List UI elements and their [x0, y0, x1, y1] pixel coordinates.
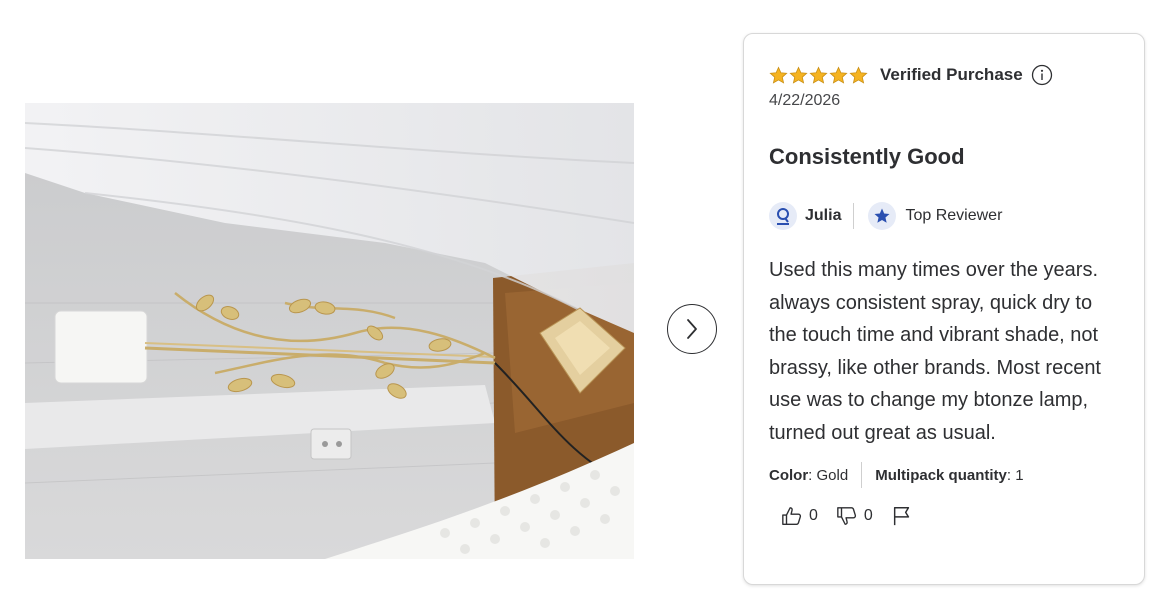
review-actions: 0 0 [781, 505, 1120, 527]
divider [861, 462, 863, 488]
next-image-button[interactable] [667, 304, 717, 354]
star-icon [849, 65, 868, 84]
review-card: Verified Purchase 4/22/2026 Consistently… [743, 33, 1145, 585]
chevron-right-icon [687, 319, 697, 339]
divider [853, 203, 855, 229]
attribute-color: Color: Gold [769, 466, 849, 484]
person-icon [769, 202, 797, 230]
star-icon [829, 65, 848, 84]
reviewer-name: Julia [805, 207, 842, 224]
unhelpful-button[interactable]: 0 [836, 505, 873, 527]
helpful-count: 0 [809, 507, 818, 524]
rating-row: Verified Purchase [769, 62, 1120, 88]
star-badge-icon [868, 202, 897, 230]
star-icon [809, 65, 828, 84]
unhelpful-count: 0 [863, 507, 873, 524]
verified-purchase-label: Verified Purchase [880, 65, 1023, 84]
review-title: Consistently Good [769, 144, 965, 169]
attribute-multipack: Multipack quantity: 1 [875, 466, 1024, 484]
review-body: Used this many times over the years. alw… [769, 259, 1101, 444]
flag-icon [893, 507, 909, 526]
thumbs-up-icon [782, 507, 802, 525]
lamp-photo-image [25, 103, 634, 559]
star-icon [789, 65, 808, 84]
info-icon[interactable] [1031, 64, 1053, 86]
star-rating [769, 65, 868, 85]
reviewer-row: Julia Top Reviewer [769, 200, 1120, 232]
review-attributes: Color: Gold Multipack quantity: 1 [769, 461, 1120, 489]
review-photo[interactable] [25, 103, 634, 559]
thumbs-down-icon [837, 507, 856, 525]
top-reviewer-badge: Top Reviewer [905, 207, 1003, 224]
review-date: 4/22/2026 [769, 92, 841, 109]
star-icon [769, 65, 788, 84]
report-button[interactable] [891, 505, 913, 527]
helpful-button[interactable]: 0 [781, 505, 818, 527]
